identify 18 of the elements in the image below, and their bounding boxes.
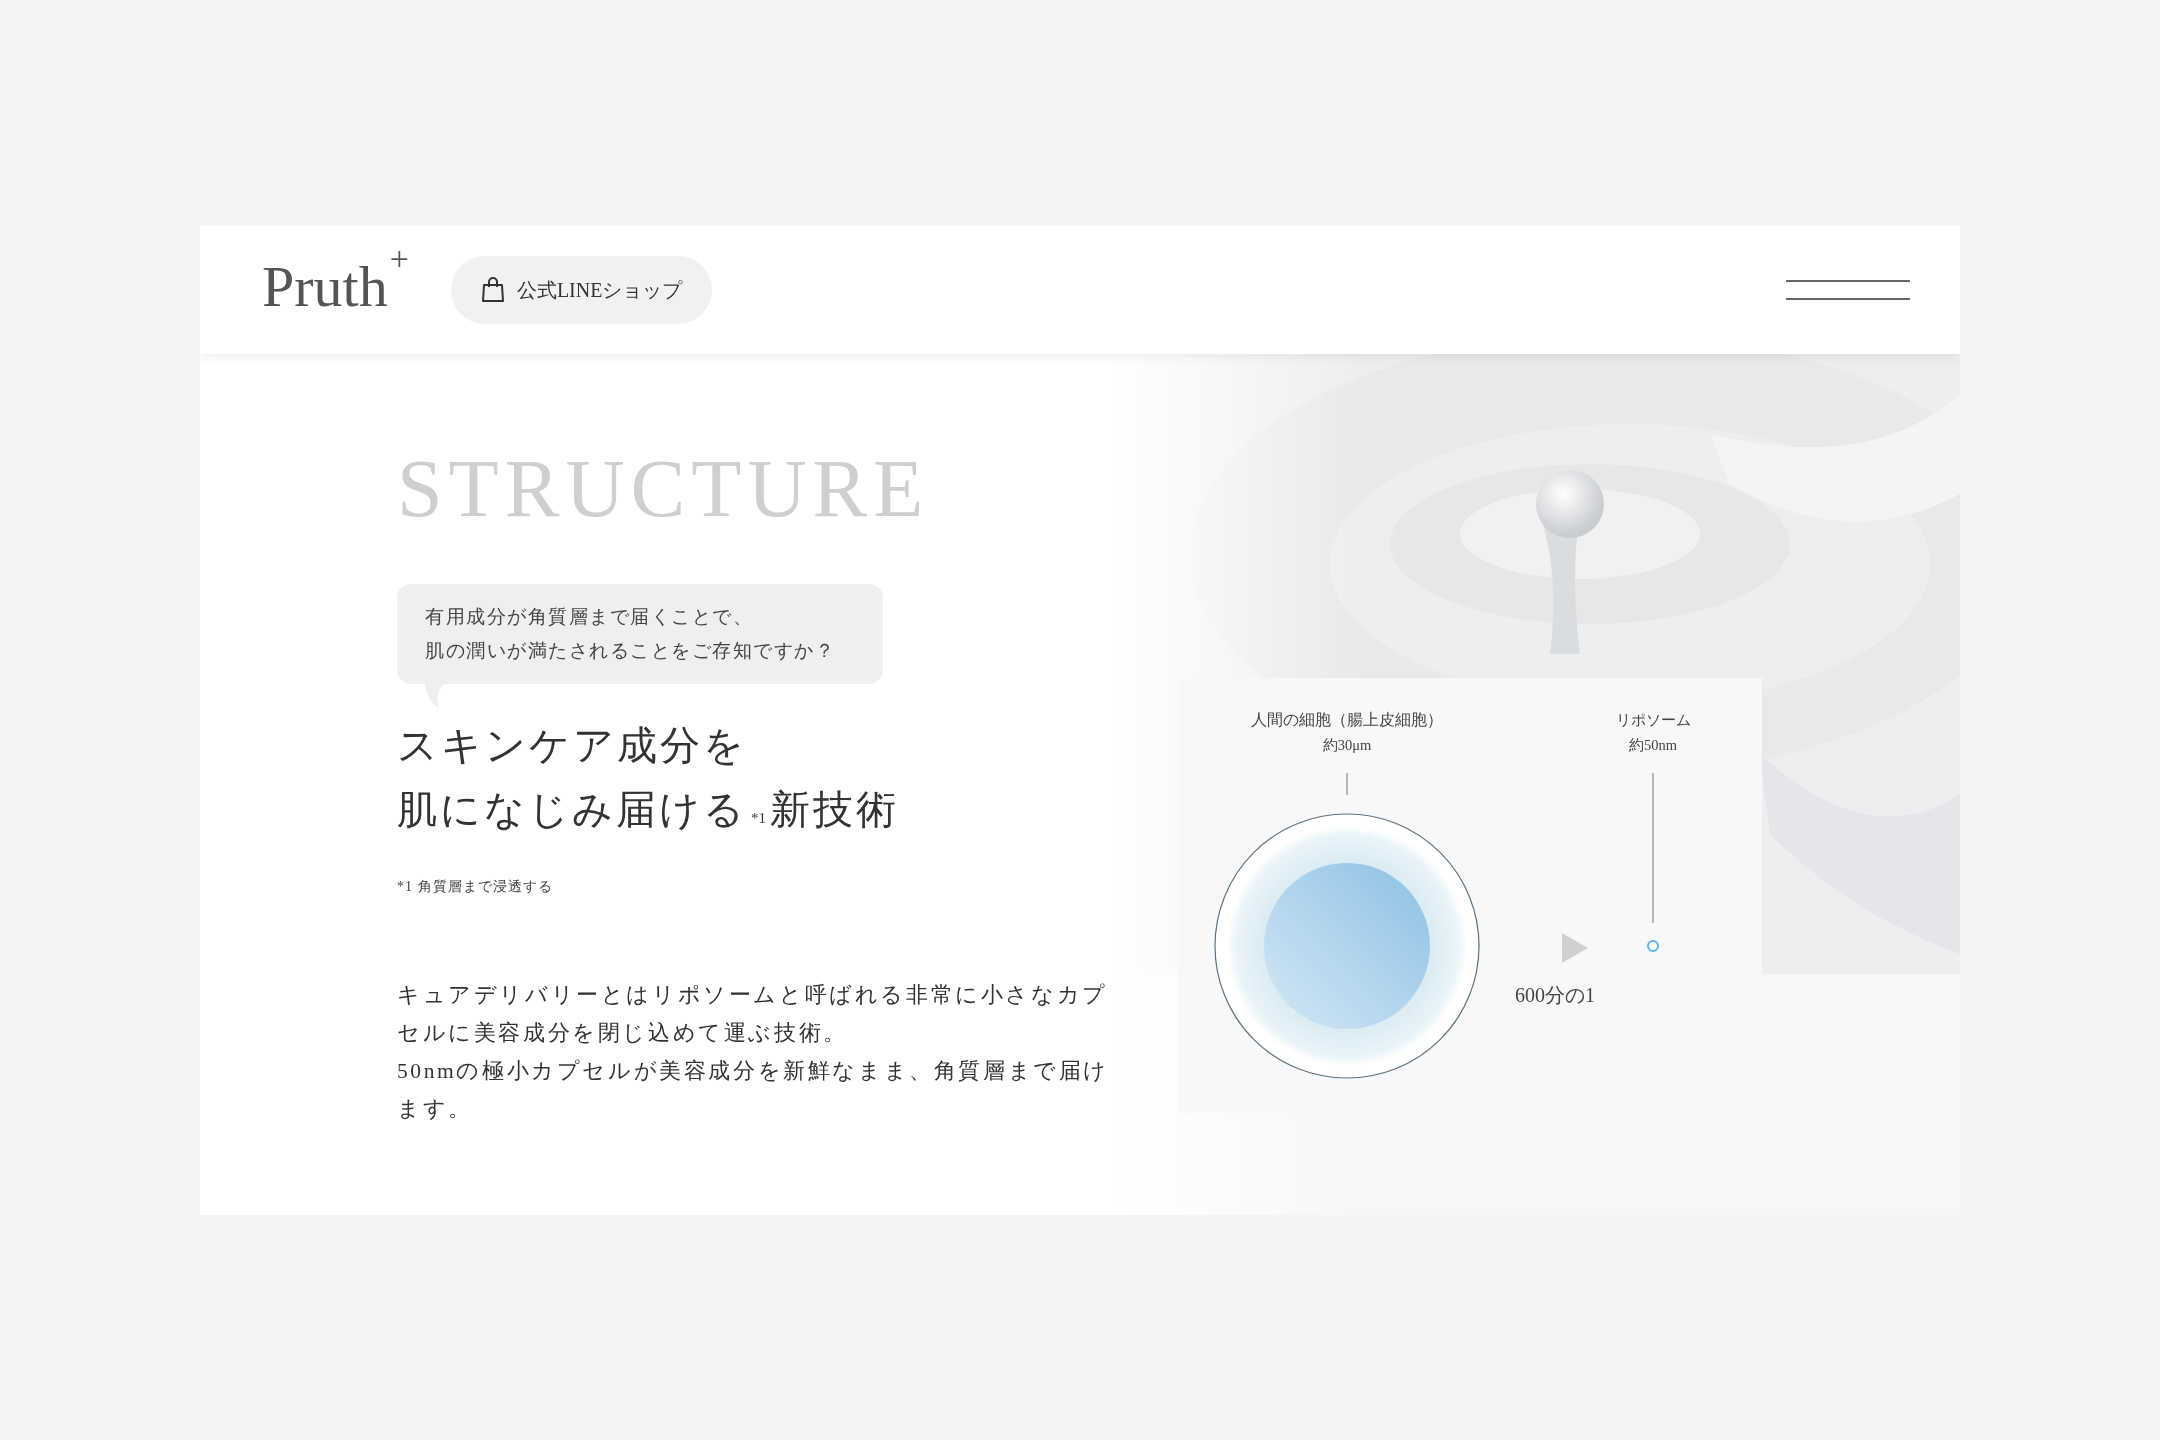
liposome-dot [1647, 940, 1659, 952]
heading: スキンケア成分を [397, 722, 748, 770]
cell-size: 約30μm [1322, 737, 1372, 753]
footnote: *1 角質層まで浸透する [397, 878, 554, 896]
ratio-label: 600分の1 [1515, 984, 1595, 1006]
cell-label: 人間の細胞（腸上皮細胞） [1251, 711, 1443, 728]
shopping-bag-icon [480, 277, 505, 303]
logo[interactable]: Pruth [262, 258, 388, 316]
play-arrow-icon [1562, 933, 1588, 963]
liposome-label: リポソーム [1615, 712, 1691, 728]
bubble-text: 有用成分が角質層まで届くことで、 [425, 606, 754, 629]
logo-mark: + [389, 242, 409, 276]
shop-button[interactable]: 公式LINEショップ [450, 256, 713, 324]
menu-icon[interactable] [1786, 280, 1910, 300]
body-text: キュアデリバリーとはリポソームと呼ばれる非常に小さなカプセルに美容成分を閉じ込めて運ぶ技術。 [397, 982, 1109, 1047]
bubble-text: 肌の潤いが満たされることをご存知ですか？ [425, 640, 836, 663]
body-text: 50nmの極小カプセルが美容成分を新鮮なまま、角質層まで届けます。 [397, 1058, 1110, 1123]
liposome-size: 約50nm [1629, 737, 1677, 753]
